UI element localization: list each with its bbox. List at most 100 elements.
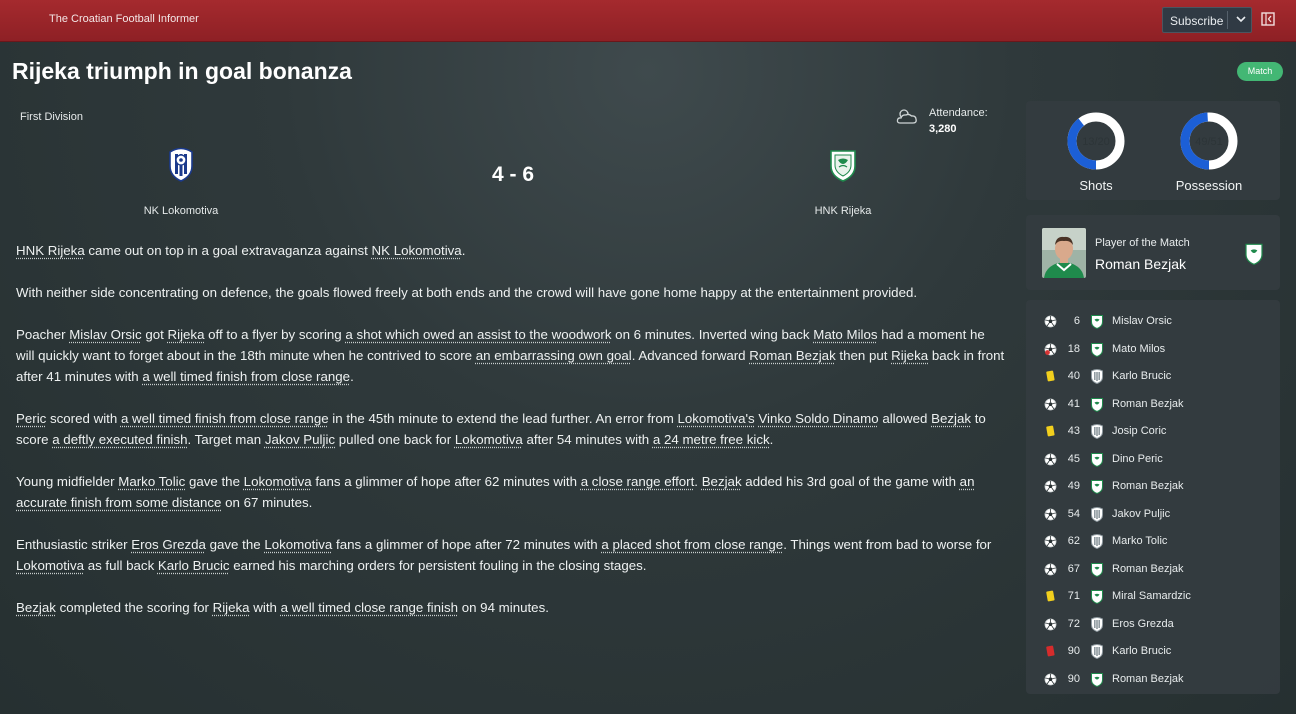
- article-link[interactable]: Lokomotiva's: [677, 411, 754, 426]
- article-link[interactable]: Marko Tolic: [118, 474, 185, 489]
- football-icon: [1044, 453, 1057, 465]
- event-player-name[interactable]: Dino Peric: [1112, 453, 1163, 465]
- subscribe-dropdown[interactable]: Subscribe: [1162, 7, 1252, 33]
- article-link[interactable]: Vinko Soldo Dinamo: [758, 411, 878, 426]
- event-row[interactable]: 67 Roman Bezjak: [1026, 559, 1280, 579]
- event-minute: 67: [1067, 562, 1080, 575]
- article-link[interactable]: a well timed close range finish: [281, 600, 458, 615]
- home-team-name[interactable]: NK Lokomotiva: [101, 205, 261, 217]
- article-link[interactable]: a well timed finish from close range: [142, 369, 350, 384]
- article-link[interactable]: Peric: [16, 411, 46, 426]
- event-minute: 40: [1067, 370, 1080, 382]
- event-minute: 43: [1067, 425, 1080, 437]
- article-text: came out on top in a goal extravaganza a…: [84, 243, 372, 258]
- article-link[interactable]: Lokomotiva: [16, 558, 84, 573]
- event-row[interactable]: 72 Eros Grezda: [1026, 614, 1280, 634]
- article-text: allowed: [878, 411, 932, 426]
- article-link[interactable]: an embarrassing own goal: [476, 348, 632, 363]
- hnk-rijeka-crest-icon: [1091, 397, 1103, 412]
- article-link[interactable]: Rijeka: [213, 600, 250, 615]
- event-row[interactable]: 40 Karlo Brucic: [1026, 366, 1280, 386]
- nk-lokomotiva-crest-icon: [1091, 644, 1103, 659]
- event-row[interactable]: 71 Miral Samardzic: [1026, 586, 1280, 606]
- hnk-rijeka-crest-icon: [1091, 452, 1103, 467]
- shots-value: 13/20: [1082, 136, 1110, 148]
- event-row[interactable]: 62 Marko Tolic: [1026, 531, 1280, 551]
- article-link[interactable]: a well timed finish from close range: [121, 411, 329, 426]
- article-link[interactable]: Jakov Puljic: [265, 432, 335, 447]
- event-row[interactable]: 54 Jakov Puljic: [1026, 504, 1280, 524]
- football-icon: [1044, 563, 1057, 575]
- potm-player-name[interactable]: Roman Bezjak: [1095, 256, 1186, 272]
- article-link[interactable]: Mislav Orsic: [69, 327, 141, 342]
- event-player-name[interactable]: Roman Bezjak: [1112, 398, 1184, 410]
- event-player-name[interactable]: Eros Grezda: [1112, 618, 1174, 630]
- article-link[interactable]: Eros Grezda: [131, 537, 206, 552]
- article-link[interactable]: Bezjak: [931, 411, 971, 426]
- event-player-name[interactable]: Mislav Orsic: [1112, 315, 1172, 327]
- football-icon: [1044, 535, 1057, 548]
- article-link[interactable]: Lokomotiva: [264, 537, 332, 552]
- article-text: . Advanced forward: [631, 348, 750, 363]
- event-player-name[interactable]: Miral Samardzic: [1112, 590, 1191, 602]
- event-row[interactable]: 45 Dino Peric: [1026, 449, 1280, 469]
- event-row[interactable]: 90 Karlo Brucic: [1026, 641, 1280, 661]
- nk-lokomotiva-crest-icon[interactable]: [167, 146, 195, 182]
- article-paragraph: With neither side concentrating on defen…: [16, 282, 1006, 303]
- article-link[interactable]: a shot which owed an assist to the woodw…: [345, 327, 611, 342]
- article-link[interactable]: Rijeka: [891, 348, 928, 363]
- event-player-name[interactable]: Roman Bezjak: [1112, 480, 1184, 492]
- article-link[interactable]: a placed shot from close range: [601, 537, 783, 552]
- event-row[interactable]: 6 Mislav Orsic: [1026, 311, 1280, 331]
- article-link[interactable]: NK Lokomotiva: [372, 243, 462, 258]
- article-link[interactable]: a close range effort: [581, 474, 695, 489]
- article-link[interactable]: a 24 metre free kick: [653, 432, 770, 447]
- yellow-card-icon: [1046, 590, 1055, 602]
- article-link[interactable]: Mato Milos: [813, 327, 877, 342]
- football-icon: [1044, 398, 1057, 410]
- competition-name[interactable]: First Division: [20, 111, 83, 123]
- event-player-name[interactable]: Roman Bezjak: [1112, 563, 1184, 575]
- hnk-rijeka-crest-icon: [1091, 342, 1103, 357]
- article-text: got: [141, 327, 168, 342]
- event-player-name[interactable]: Roman Bezjak: [1112, 673, 1184, 685]
- event-minute: 54: [1067, 507, 1080, 520]
- event-minute: 6: [1073, 315, 1080, 327]
- article-link[interactable]: Bezjak: [702, 474, 742, 489]
- event-minute: 72: [1067, 617, 1080, 630]
- hnk-rijeka-crest-icon[interactable]: [828, 146, 858, 182]
- chevron-down-icon[interactable]: [1234, 11, 1248, 27]
- event-row[interactable]: 41 Roman Bezjak: [1026, 394, 1280, 414]
- away-team-name[interactable]: HNK Rijeka: [763, 205, 923, 217]
- event-minute: 18: [1067, 342, 1080, 355]
- event-player-name[interactable]: Marko Tolic: [1112, 535, 1167, 547]
- event-player-name[interactable]: Josip Coric: [1112, 425, 1166, 437]
- article-link[interactable]: Rijeka: [168, 327, 205, 342]
- article-link[interactable]: Lokomotiva: [244, 474, 312, 489]
- article-link[interactable]: Roman Bezjak: [749, 348, 835, 363]
- event-minute: 41: [1067, 397, 1080, 410]
- event-player-name[interactable]: Karlo Brucic: [1112, 645, 1171, 657]
- article-link[interactable]: Bezjak: [16, 600, 56, 615]
- article-text: Enthusiastic striker: [16, 537, 132, 552]
- event-player-name[interactable]: Mato Milos: [1112, 343, 1165, 355]
- player-of-the-match-panel[interactable]: Player of the Match Roman Bezjak: [1026, 215, 1280, 290]
- event-row[interactable]: 90 Roman Bezjak: [1026, 669, 1280, 689]
- article-link[interactable]: Lokomotiva: [455, 432, 523, 447]
- player-photo[interactable]: [1042, 228, 1086, 278]
- event-row[interactable]: 43 Josip Coric: [1026, 421, 1280, 441]
- event-row[interactable]: 18 Mato Milos: [1026, 339, 1280, 359]
- event-row[interactable]: 49 Roman Bezjak: [1026, 476, 1280, 496]
- match-stats-panel: 13/20 Shots 49/51 Possession: [1026, 101, 1280, 200]
- article-link[interactable]: a deftly executed finish: [52, 432, 187, 447]
- match-badge[interactable]: Match: [1237, 62, 1283, 81]
- event-player-name[interactable]: Karlo Brucic: [1112, 370, 1171, 382]
- article-text: then put: [835, 348, 892, 363]
- nk-lokomotiva-crest-icon: [1091, 424, 1103, 439]
- hnk-rijeka-crest-icon[interactable]: [1244, 241, 1264, 265]
- nk-lokomotiva-crest-icon: [1091, 506, 1103, 522]
- close-panel-icon[interactable]: [1261, 12, 1275, 26]
- article-link[interactable]: Karlo Brucic: [158, 558, 230, 573]
- event-player-name[interactable]: Jakov Puljic: [1112, 508, 1170, 520]
- article-link[interactable]: HNK Rijeka: [16, 243, 85, 258]
